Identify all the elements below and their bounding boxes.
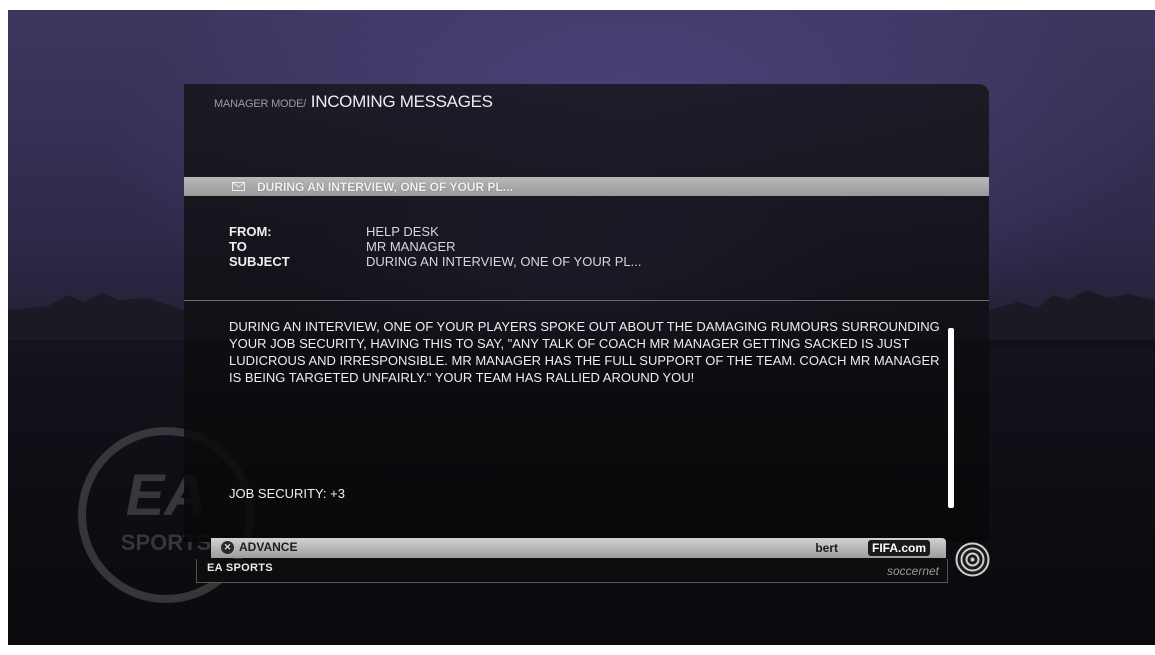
message-subject-label: DURING AN INTERVIEW, ONE OF YOUR PL... bbox=[257, 179, 513, 194]
subject-row: SUBJECT DURING AN INTERVIEW, ONE OF YOUR… bbox=[229, 254, 641, 269]
from-row: FROM: HELP DESK bbox=[229, 224, 641, 239]
advance-button[interactable]: ✕ ADVANCE bbox=[221, 540, 297, 554]
from-label: FROM: bbox=[229, 224, 272, 239]
ea-sports-logo: EA SPORTS bbox=[207, 562, 273, 574]
from-value: HELP DESK bbox=[366, 224, 439, 239]
message-panel: MANAGER MODE/ INCOMING MESSAGES DURING A… bbox=[184, 84, 989, 542]
page-title: INCOMING MESSAGES bbox=[310, 92, 493, 111]
advance-label: ADVANCE bbox=[239, 540, 298, 554]
subject-label: SUBJECT bbox=[229, 254, 290, 269]
target-icon bbox=[955, 542, 990, 577]
espn-soccernet-logo: soccernet bbox=[886, 564, 939, 578]
fifa-com-logo: FIFA.com bbox=[867, 540, 930, 556]
subject-value: DURING AN INTERVIEW, ONE OF YOUR PL... bbox=[366, 254, 642, 269]
to-row: TO MR MANAGER bbox=[229, 239, 641, 254]
header-divider bbox=[184, 300, 989, 301]
to-label: TO bbox=[229, 239, 247, 254]
breadcrumb: MANAGER MODE/ INCOMING MESSAGES bbox=[214, 92, 493, 112]
selected-message-bar[interactable]: DURING AN INTERVIEW, ONE OF YOUR PL... bbox=[184, 177, 989, 196]
username: bert bbox=[815, 541, 838, 555]
controls-bar: ✕ ADVANCE bert FIFA.com bbox=[211, 538, 946, 558]
message-body: DURING AN INTERVIEW, ONE OF YOUR PLAYERS… bbox=[229, 319, 940, 385]
sponsor-strip: EA SPORTS soccernet bbox=[196, 559, 948, 583]
to-value: MR MANAGER bbox=[366, 239, 456, 254]
envelope-icon bbox=[232, 182, 245, 191]
message-scrollbar[interactable] bbox=[948, 328, 954, 508]
x-button-icon: ✕ bbox=[221, 540, 234, 554]
game-screen: EA SPORTS MANAGER MODE/ INCOMING MESSAGE… bbox=[8, 10, 1155, 645]
job-security-effect: JOB SECURITY: +3 bbox=[229, 486, 345, 501]
message-header-fields: FROM: HELP DESK TO MR MANAGER SUBJECT DU… bbox=[229, 224, 641, 269]
breadcrumb-separator: / bbox=[303, 98, 307, 110]
breadcrumb-root: MANAGER MODE bbox=[214, 98, 304, 110]
